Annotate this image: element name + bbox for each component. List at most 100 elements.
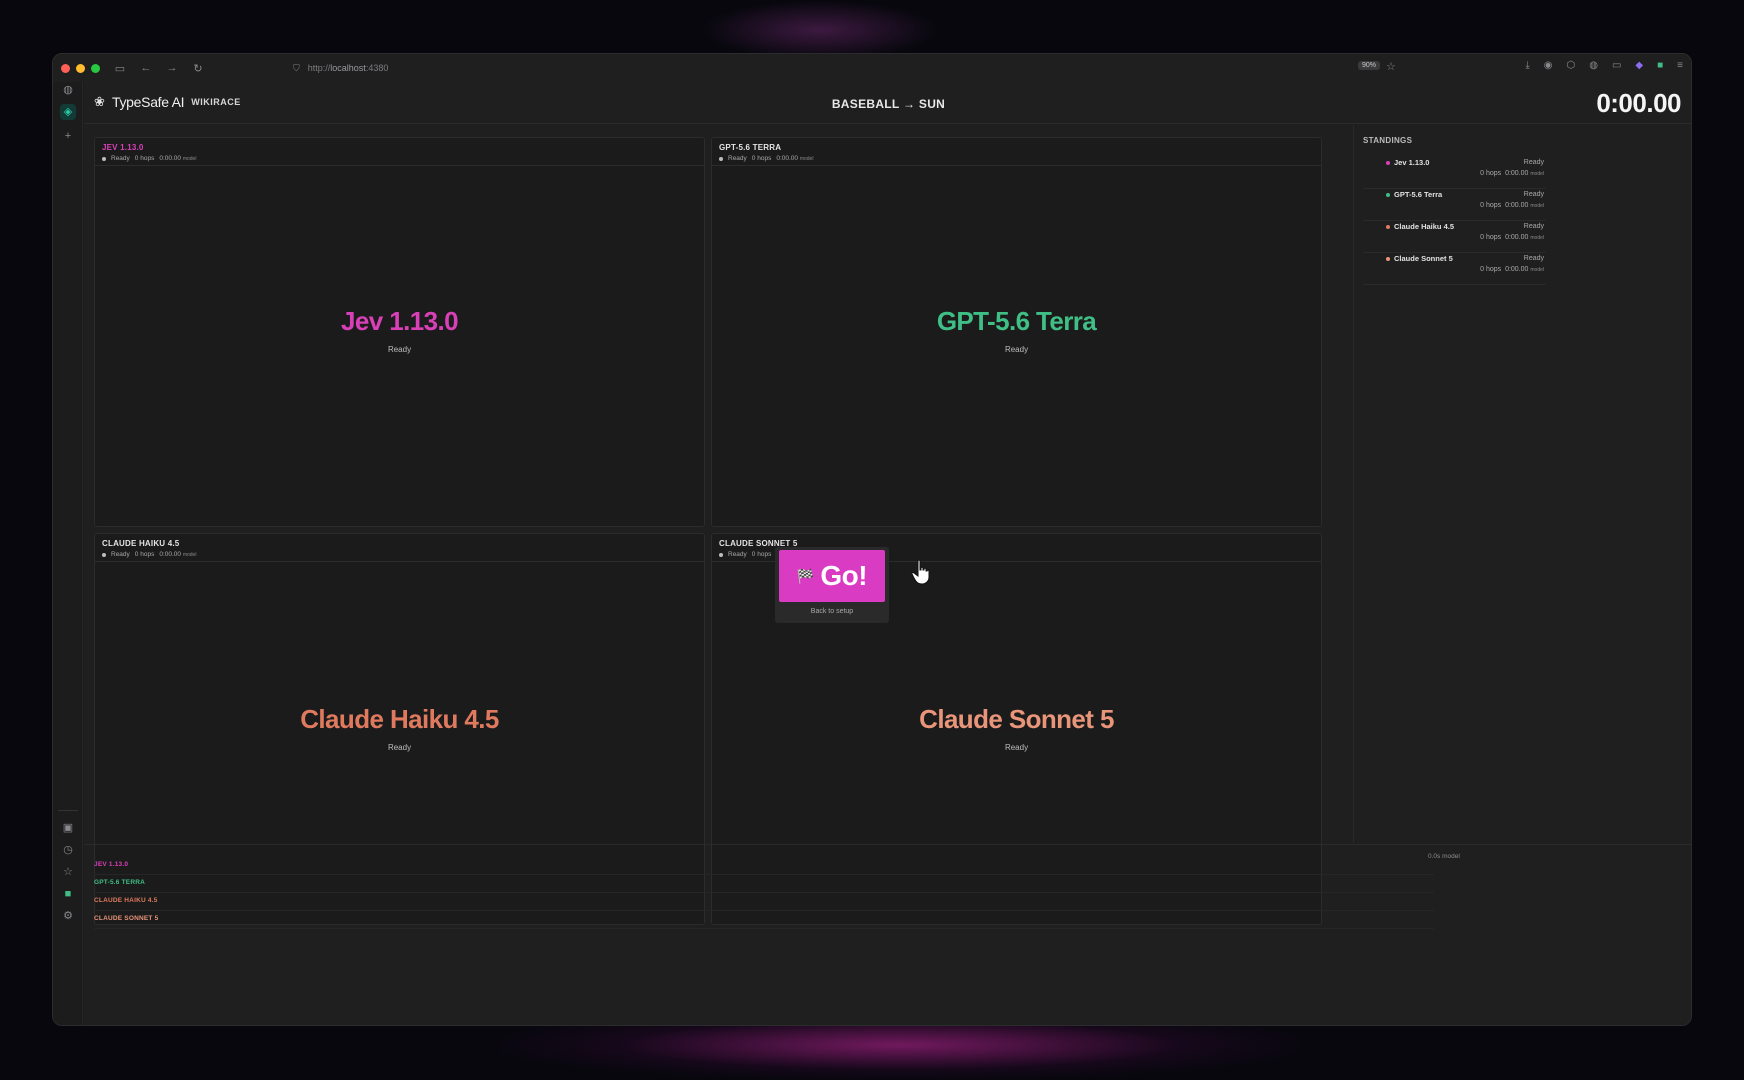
toolbar-extensions: ⤓ ◉ ⬡ ◍ ▭ ◆ ■ ≡ <box>1525 60 1683 71</box>
panel-display-name: Claude Haiku 4.5 <box>300 704 499 734</box>
standings-sidebar: STANDINGS Jev 1.13.0 Ready 0 hops 0:00.0… <box>1353 125 1691 843</box>
standings-status: Ready <box>1523 223 1544 230</box>
timeline-row: JEV 1.13.0 <box>94 857 1434 875</box>
panel-hops: 0 hops <box>134 155 155 162</box>
panel-center-status: Ready <box>1004 345 1029 354</box>
panel-display-name: Claude Sonnet 5 <box>919 704 1114 734</box>
panel-center-status: Ready <box>387 345 412 354</box>
checkered-flag-icon: 🏁 <box>796 567 815 584</box>
panel-header: GPT-5.6 TERRA Ready 0 hops 0:00.00 model <box>712 138 1321 166</box>
racer-panel: JEV 1.13.0 Ready 0 hops 0:00.00 model Je… <box>94 137 705 527</box>
status-dot <box>102 552 106 557</box>
globe-icon[interactable]: ◍ <box>60 82 76 98</box>
active-tab-icon[interactable]: ◈ <box>60 104 76 120</box>
standings-row: GPT-5.6 Terra Ready 0 hops 0:00.00 model <box>1363 189 1546 221</box>
panel-center: GPT-5.6 Terra Ready <box>712 306 1321 354</box>
standings-stats: 0 hops 0:00.00 model <box>1480 266 1544 273</box>
standings-title: STANDINGS <box>1363 136 1413 145</box>
url-host: localhost <box>330 63 366 73</box>
background-glow-top <box>700 0 940 60</box>
green-app-icon[interactable]: ■ <box>60 886 76 902</box>
start-overlay: 🏁 Go! Back to setup <box>775 547 889 623</box>
panel-hops: 0 hops <box>751 155 772 162</box>
panel-racer-name: CLAUDE HAIKU 4.5 <box>102 539 180 548</box>
browser-window: ▭ ← → ↻ ⛉ http://localhost:4380 90% ☆ ⤓ … <box>52 53 1692 1026</box>
history-tab-icon[interactable]: ▣ <box>60 820 76 836</box>
panel-status: Ready <box>728 155 747 162</box>
standings-row: Jev 1.13.0 Ready 0 hops 0:00.00 model <box>1363 157 1546 189</box>
bookmark-star-icon[interactable]: ☆ <box>1386 60 1396 73</box>
forward-arrow-icon[interactable]: → <box>166 62 178 74</box>
download-icon[interactable]: ⤓ <box>1525 60 1529 71</box>
reload-icon[interactable]: ↻ <box>192 62 204 75</box>
standings-name: GPT-5.6 Terra <box>1394 190 1443 199</box>
gear-icon[interactable]: ⚙ <box>60 908 76 924</box>
go-button[interactable]: 🏁 Go! <box>779 550 885 602</box>
panel-header: CLAUDE HAIKU 4.5 Ready 0 hops 0:00.00 mo… <box>95 534 704 562</box>
hand-cursor-icon <box>911 559 930 585</box>
status-dot <box>719 552 723 557</box>
standings-color-dot <box>1386 161 1390 165</box>
globe-icon[interactable]: ◍ <box>1589 60 1598 71</box>
close-window-button[interactable] <box>61 63 70 73</box>
timeline: 0.0s model JEV 1.13.0 GPT-5.6 TERRA CLAUDE… <box>84 844 1691 1025</box>
panel-center: Jev 1.13.0 Ready <box>95 306 704 354</box>
standings-name: Jev 1.13.0 <box>1394 158 1430 167</box>
standings-row: Claude Haiku 4.5 Ready 0 hops 0:00.00 mo… <box>1363 221 1546 253</box>
clock-icon[interactable]: ◷ <box>60 842 76 858</box>
url-port: :4380 <box>365 63 389 73</box>
panel-status: Ready <box>111 551 130 558</box>
url-prefix: http:// <box>307 63 331 73</box>
panel-meta: Ready 0 hops 0:00.00 model <box>102 551 196 558</box>
status-dot <box>102 156 106 161</box>
panel-time: 0:00.00 model <box>159 155 197 162</box>
address-bar[interactable]: ⛉ http://localhost:4380 <box>293 59 1473 77</box>
timeline-row: GPT-5.6 TERRA <box>94 875 1434 893</box>
standings-stats: 0 hops 0:00.00 model <box>1480 170 1544 177</box>
menu-icon[interactable]: ≡ <box>1677 60 1683 71</box>
standings-name: Claude Haiku 4.5 <box>1394 222 1455 231</box>
tab-icon[interactable]: ▭ <box>1612 60 1621 71</box>
timeline-row: CLAUDE SONNET 5 <box>94 911 1434 929</box>
panel-center: Claude Sonnet 5 Ready <box>712 704 1321 752</box>
panel-time: 0:00.00 model <box>776 155 814 162</box>
extensions-icon[interactable]: ⬡ <box>1566 60 1575 71</box>
panel-hops: 0 hops <box>134 551 155 558</box>
standings-color-dot <box>1386 225 1390 229</box>
standings-stats: 0 hops 0:00.00 model <box>1480 234 1544 241</box>
new-tab-plus-icon[interactable]: + <box>60 128 76 144</box>
sidebar-toggle-icon[interactable]: ▭ <box>114 62 126 75</box>
back-to-setup-link[interactable]: Back to setup <box>775 608 889 615</box>
panel-center-status: Ready <box>1004 743 1029 752</box>
standings-name: Claude Sonnet 5 <box>1394 254 1453 263</box>
racer-panel: GPT-5.6 TERRA Ready 0 hops 0:00.00 model… <box>711 137 1322 527</box>
panel-meta: Ready 0 hops 0:00.00 model <box>719 155 813 162</box>
back-arrow-icon[interactable]: ← <box>140 62 152 74</box>
zoom-badge[interactable]: 90% <box>1358 61 1381 70</box>
standings-color-dot <box>1386 257 1390 261</box>
extension-purple-icon[interactable]: ◆ <box>1635 60 1643 71</box>
extension-green-icon[interactable]: ■ <box>1657 60 1663 71</box>
standings-row: Claude Sonnet 5 Ready 0 hops 0:00.00 mod… <box>1363 253 1546 285</box>
standings-status: Ready <box>1523 159 1544 166</box>
window-controls <box>61 63 100 73</box>
panel-display-name: GPT-5.6 Terra <box>936 306 1097 336</box>
browser-toolbar: ▭ ← → ↻ ⛉ http://localhost:4380 90% ☆ ⤓ … <box>53 54 1691 82</box>
maximize-window-button[interactable] <box>91 63 100 73</box>
panel-time: 0:00.00 model <box>159 551 197 558</box>
timeline-row: CLAUDE HAIKU 4.5 <box>94 893 1434 911</box>
go-button-label: Go! <box>820 560 868 591</box>
app-header: ❀ TypeSafe AI WIKIRACE BASEBALL → SUN 0:… <box>84 82 1691 124</box>
timeline-label: CLAUDE SONNET 5 <box>94 915 159 922</box>
panel-center-status: Ready <box>387 743 412 752</box>
race-title: BASEBALL → SUN <box>831 97 946 111</box>
star-icon[interactable]: ☆ <box>60 864 76 880</box>
account-icon[interactable]: ◉ <box>1544 60 1553 71</box>
shield-icon: ⛉ <box>293 62 300 73</box>
standings-status: Ready <box>1523 255 1544 262</box>
race-timer: 0:00.00 <box>1596 88 1681 118</box>
standings-color-dot <box>1386 193 1390 197</box>
minimize-window-button[interactable] <box>76 63 85 73</box>
panel-center: Claude Haiku 4.5 Ready <box>95 704 704 752</box>
panel-hops: 0 hops <box>751 551 772 558</box>
